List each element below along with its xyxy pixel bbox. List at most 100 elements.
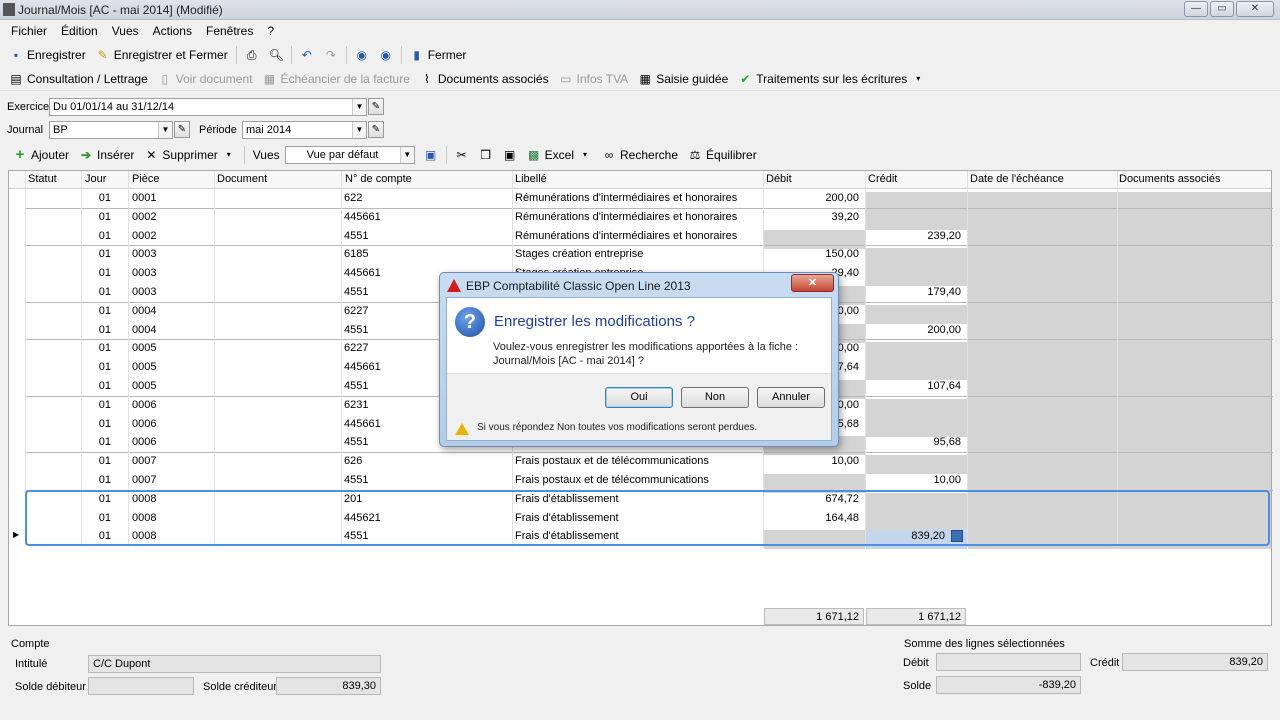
guided-entry-button[interactable]: ▦ Saisie guidée bbox=[633, 68, 733, 90]
cell-piece[interactable]: 0003 bbox=[132, 267, 156, 279]
dialog-close-button[interactable]: ✕ bbox=[791, 274, 834, 292]
cell-credit[interactable]: 200,00 bbox=[927, 324, 961, 336]
cell-compte[interactable]: 6227 bbox=[344, 305, 368, 317]
cell-libelle[interactable]: Rémunérations d'intermédiaires et honora… bbox=[515, 230, 737, 242]
cell-credit[interactable]: 95,68 bbox=[933, 436, 961, 448]
save-close-button[interactable]: ✎ Enregistrer et Fermer bbox=[91, 44, 233, 66]
col-document[interactable]: Document bbox=[217, 173, 267, 185]
view-document-button[interactable]: ▯ Voir document bbox=[153, 68, 258, 90]
cancel-button[interactable]: Annuler bbox=[757, 387, 825, 408]
cell-piece[interactable]: 0003 bbox=[132, 286, 156, 298]
cell-piece[interactable]: 0004 bbox=[132, 305, 156, 317]
cell-credit[interactable]: 239,20 bbox=[927, 230, 961, 242]
col-piece[interactable]: Pièce bbox=[132, 173, 160, 185]
tva-info-button[interactable]: ▭ Infos TVA bbox=[554, 68, 634, 90]
cell-jour[interactable]: 01 bbox=[99, 211, 111, 223]
cell-jour[interactable]: 01 bbox=[99, 286, 111, 298]
previous-record-button[interactable]: ◉ bbox=[350, 44, 374, 66]
cell-jour[interactable]: 01 bbox=[99, 455, 111, 467]
menu-help[interactable]: ? bbox=[260, 20, 281, 42]
cell-piece[interactable]: 0007 bbox=[132, 455, 156, 467]
search-button[interactable]: ∞ Recherche bbox=[597, 144, 683, 166]
cell-jour[interactable]: 01 bbox=[99, 380, 111, 392]
cell-compte[interactable]: 4551 bbox=[344, 436, 368, 448]
col-statut[interactable]: Statut bbox=[28, 173, 57, 185]
add-row-button[interactable]: + Ajouter bbox=[8, 144, 74, 166]
maximize-button[interactable]: ▭ bbox=[1210, 1, 1234, 17]
cell-compte[interactable]: 6185 bbox=[344, 248, 368, 260]
no-button[interactable]: Non bbox=[681, 387, 749, 408]
col-debit[interactable]: Débit bbox=[766, 173, 792, 185]
edit-periode-button[interactable]: ✎ bbox=[368, 121, 384, 138]
copy-button[interactable]: ❐ bbox=[474, 144, 498, 166]
cell-compte[interactable]: 445661 bbox=[344, 211, 381, 223]
cell-compte[interactable]: 4551 bbox=[344, 230, 368, 242]
next-record-button[interactable]: ◉ bbox=[374, 44, 398, 66]
menu-actions[interactable]: Actions bbox=[146, 20, 199, 42]
cell-debit[interactable]: 5,68 bbox=[838, 418, 859, 430]
table-row[interactable]: 01 0002 4551 Rémunérations d'intermédiaires… bbox=[9, 227, 1271, 249]
view-select[interactable]: Vue par défaut ▼ bbox=[284, 146, 415, 164]
cell-compte[interactable]: 626 bbox=[344, 455, 362, 467]
cell-jour[interactable]: 01 bbox=[99, 267, 111, 279]
view-manage-button[interactable]: ▣ bbox=[419, 144, 443, 166]
cell-piece[interactable]: 0005 bbox=[132, 361, 156, 373]
cell-jour[interactable]: 01 bbox=[99, 399, 111, 411]
cell-compte[interactable]: 4551 bbox=[344, 474, 368, 486]
col-libelle[interactable]: Libellé bbox=[515, 173, 547, 185]
cell-piece[interactable]: 0005 bbox=[132, 342, 156, 354]
cell-libelle[interactable]: Frais postaux et de télécommunications bbox=[515, 474, 709, 486]
cell-libelle[interactable]: Rémunérations d'intermédiaires et honora… bbox=[515, 211, 737, 223]
cell-compte[interactable]: 4551 bbox=[344, 286, 368, 298]
cell-compte[interactable]: 6231 bbox=[344, 399, 368, 411]
cell-piece[interactable]: 0005 bbox=[132, 380, 156, 392]
cut-button[interactable]: ✂ bbox=[450, 144, 474, 166]
cell-piece[interactable]: 0001 bbox=[132, 192, 156, 204]
col-compte[interactable]: N° de compte bbox=[345, 173, 412, 185]
cell-compte[interactable]: 622 bbox=[344, 192, 362, 204]
cell-debit[interactable]: 7,64 bbox=[838, 361, 859, 373]
print-button[interactable]: ⎙ bbox=[240, 44, 264, 66]
cell-libelle[interactable]: Frais postaux et de télécommunications bbox=[515, 455, 709, 467]
cell-piece[interactable]: 0004 bbox=[132, 324, 156, 336]
periode-select[interactable]: mai 2014 ▼ bbox=[242, 121, 367, 139]
cell-jour[interactable]: 01 bbox=[99, 342, 111, 354]
cell-jour[interactable]: 01 bbox=[99, 230, 111, 242]
cell-jour[interactable]: 01 bbox=[99, 361, 111, 373]
col-echeance[interactable]: Date de l'échéance bbox=[970, 173, 1064, 185]
undo-button[interactable]: ↶ bbox=[295, 44, 319, 66]
cell-piece[interactable]: 0007 bbox=[132, 474, 156, 486]
table-row[interactable]: 01 0007 626 Frais postaux et de télécommuni… bbox=[9, 452, 1271, 475]
excel-dropdown[interactable]: ▩ Excel ▾ bbox=[522, 144, 597, 166]
exercice-select[interactable]: Du 01/01/14 au 31/12/14 ▼ bbox=[49, 98, 367, 116]
cell-credit[interactable]: 179,40 bbox=[927, 286, 961, 298]
cell-debit[interactable]: 39,20 bbox=[831, 211, 859, 223]
cell-compte[interactable]: 6227 bbox=[344, 342, 368, 354]
table-row[interactable]: 01 0002 445661 Rémunérations d'intermédiair… bbox=[9, 208, 1271, 230]
cell-libelle[interactable]: Stages création entreprise bbox=[515, 248, 643, 260]
paste-button[interactable]: ▣ bbox=[498, 144, 522, 166]
cell-compte[interactable]: 445661 bbox=[344, 418, 381, 430]
menu-edition[interactable]: Édition bbox=[54, 20, 105, 42]
cell-jour[interactable]: 01 bbox=[99, 192, 111, 204]
cell-piece[interactable]: 0002 bbox=[132, 211, 156, 223]
cell-debit[interactable]: 150,00 bbox=[825, 248, 859, 260]
cell-debit[interactable]: 200,00 bbox=[825, 192, 859, 204]
cell-debit[interactable]: 10,00 bbox=[831, 455, 859, 467]
yes-button[interactable]: Oui bbox=[605, 387, 673, 408]
cell-compte[interactable]: 4551 bbox=[344, 324, 368, 336]
table-row[interactable]: 01 0007 4551 Frais postaux et de télécommun… bbox=[9, 471, 1271, 493]
cell-piece[interactable]: 0006 bbox=[132, 399, 156, 411]
menu-fenetres[interactable]: Fenêtres bbox=[199, 20, 260, 42]
edit-journal-button[interactable]: ✎ bbox=[174, 121, 190, 138]
echeancier-button[interactable]: ▦ Échéancier de la facture bbox=[257, 68, 414, 90]
edit-exercice-button[interactable]: ✎ bbox=[368, 98, 384, 115]
cell-credit[interactable]: 107,64 bbox=[927, 380, 961, 392]
table-row[interactable]: 01 0003 6185 Stages création entreprise 150,… bbox=[9, 245, 1271, 268]
cell-libelle[interactable]: Rémunérations d'intermédiaires et honora… bbox=[515, 192, 737, 204]
consultation-button[interactable]: ▤ Consultation / Lettrage bbox=[4, 68, 153, 90]
cell-jour[interactable]: 01 bbox=[99, 305, 111, 317]
cell-piece[interactable]: 0002 bbox=[132, 230, 156, 242]
table-row[interactable]: 01 0001 622 Rémunérations d'intermédiaires … bbox=[9, 189, 1271, 211]
cell-jour[interactable]: 01 bbox=[99, 248, 111, 260]
